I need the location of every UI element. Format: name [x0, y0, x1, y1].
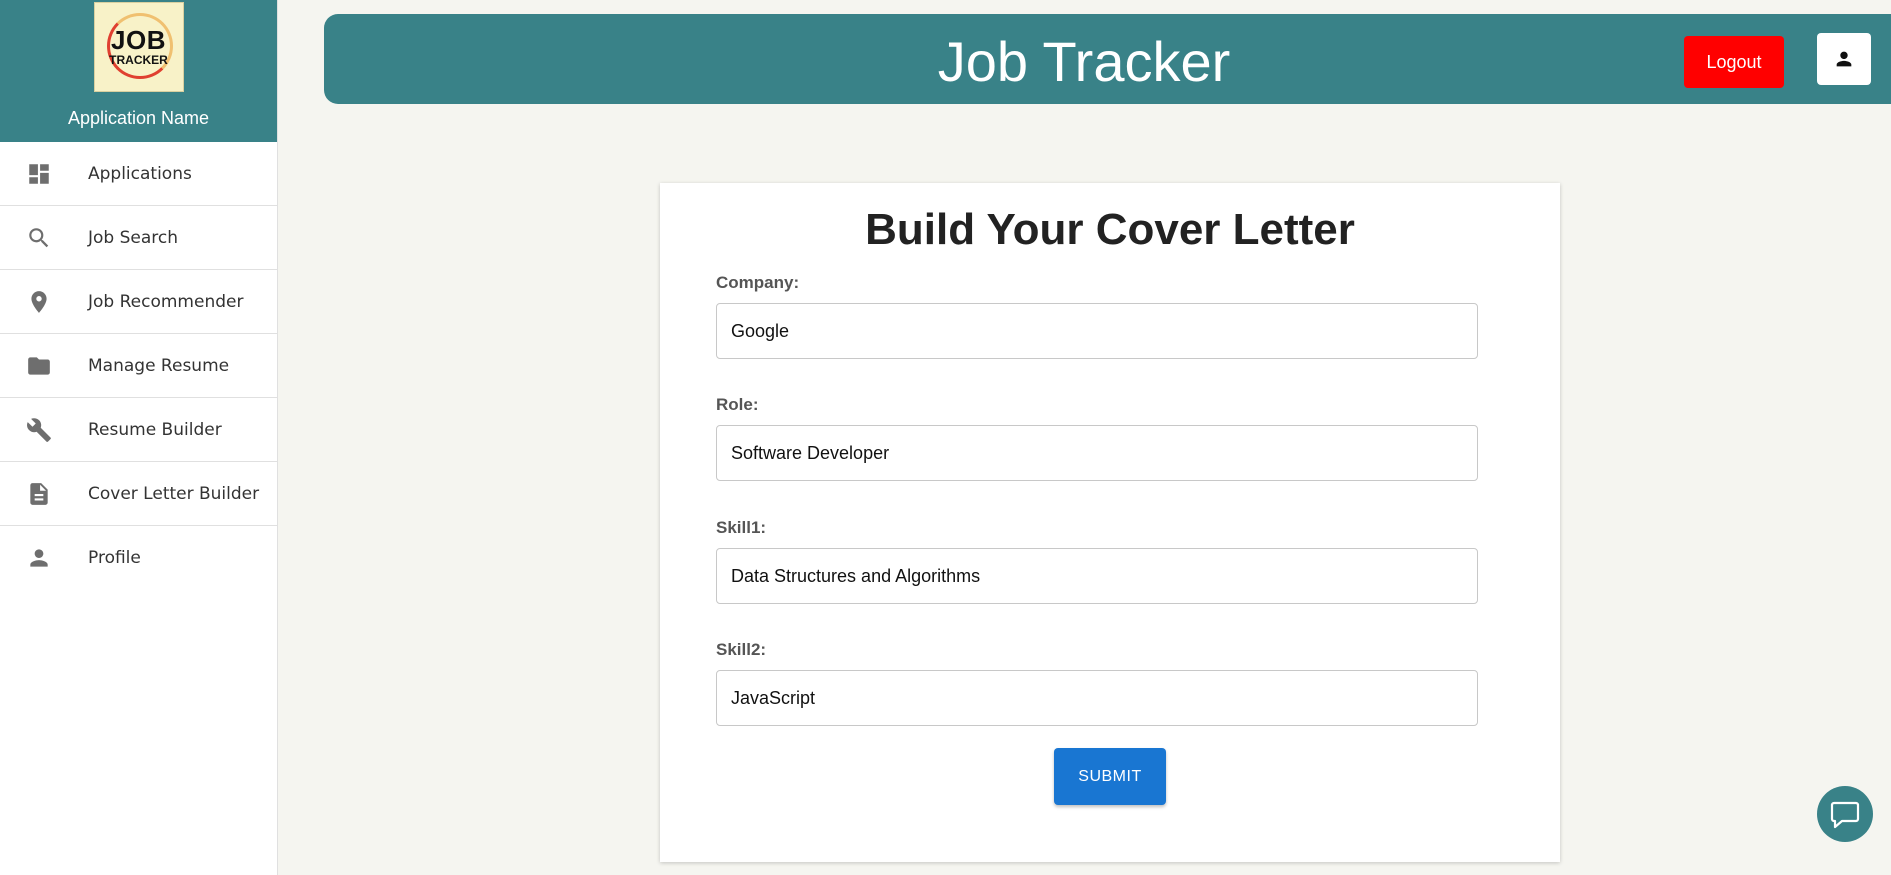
search-icon [26, 225, 52, 251]
sidebar-item-label: Job Search [88, 227, 179, 248]
sidebar-item-resume-builder[interactable]: Resume Builder [0, 398, 277, 462]
sidebar-item-job-search[interactable]: Job Search [0, 206, 277, 270]
skill1-label: Skill1: [716, 518, 767, 537]
folder-icon [26, 353, 52, 379]
role-input[interactable] [716, 425, 1478, 481]
sidebar-item-label: Resume Builder [88, 419, 222, 440]
app-logo: JOB TRACKER [93, 2, 184, 92]
logout-button[interactable]: Logout [1684, 36, 1784, 88]
sidebar-header: JOB TRACKER Application Name [0, 0, 277, 142]
sidebar-item-cover-letter-builder[interactable]: Cover Letter Builder [0, 462, 277, 526]
person-icon [1836, 51, 1852, 67]
sidebar-item-label: Applications [88, 163, 192, 184]
role-field-group: Role: [716, 395, 1478, 481]
skill1-field-group: Skill1: [716, 518, 1478, 604]
sidebar-item-label: Manage Resume [88, 355, 230, 376]
chat-button[interactable] [1817, 786, 1873, 842]
dashboard-icon [26, 161, 52, 187]
skill2-field-group: Skill2: [716, 640, 1478, 726]
logo-text-top: JOB [111, 25, 166, 55]
skill2-input[interactable] [716, 670, 1478, 726]
sidebar-item-applications[interactable]: Applications [0, 142, 277, 206]
skill1-input[interactable] [716, 548, 1478, 604]
sidebar: JOB TRACKER Application Name Application… [0, 0, 278, 875]
page-title: Job Tracker [937, 30, 1231, 93]
sidebar-item-label: Job Recommender [88, 291, 244, 312]
sidebar-item-label: Cover Letter Builder [88, 483, 260, 504]
sidebar-item-job-recommender[interactable]: Job Recommender [0, 270, 277, 334]
skill2-label: Skill2: [716, 640, 767, 659]
profile-button[interactable] [1817, 33, 1871, 85]
chat-bubble-icon [1830, 801, 1860, 829]
person-icon [26, 545, 52, 571]
sidebar-item-label: Profile [88, 548, 141, 568]
wrench-icon [26, 417, 52, 443]
app-name: Application Name [67, 108, 210, 128]
cover-letter-form: Build Your Cover Letter Company: Role: S… [660, 183, 1560, 862]
sidebar-nav: Applications Job Search Job Recommender … [0, 142, 277, 590]
location-pin-icon [26, 289, 52, 315]
sidebar-item-profile[interactable]: Profile [0, 526, 277, 590]
company-field-group: Company: [716, 273, 1478, 359]
form-title: Build Your Cover Letter [865, 205, 1355, 254]
company-label: Company: [716, 273, 800, 292]
submit-button[interactable]: SUBMIT [1054, 748, 1166, 805]
sidebar-item-manage-resume[interactable]: Manage Resume [0, 334, 277, 398]
top-header: Job Tracker Logout [324, 14, 1891, 104]
role-label: Role: [716, 395, 759, 414]
document-icon [26, 481, 52, 507]
company-input[interactable] [716, 303, 1478, 359]
logo-text-bottom: TRACKER [109, 53, 168, 67]
